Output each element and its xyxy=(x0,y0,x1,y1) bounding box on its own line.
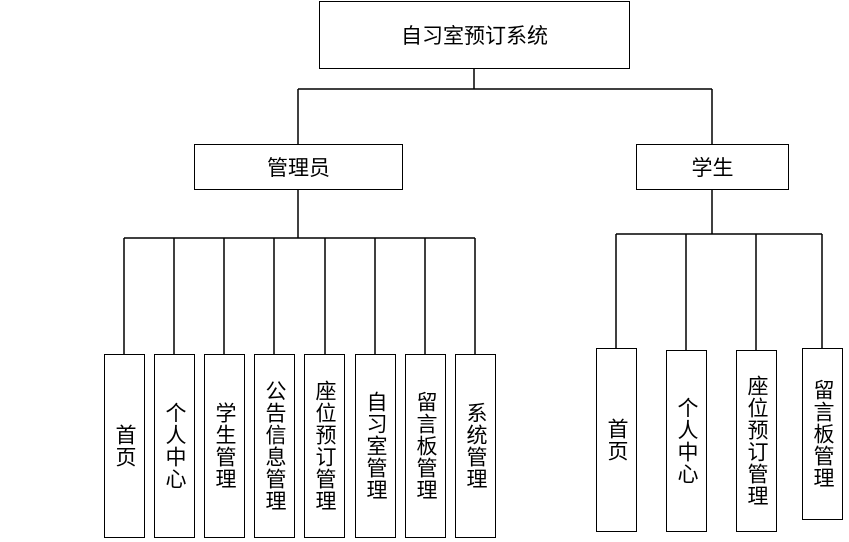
role-node-admin: 管理员 xyxy=(194,144,403,190)
module-node-label: 自习室管理 xyxy=(363,391,388,501)
module-node-admin-students: 学生管理 xyxy=(204,354,245,538)
module-node-label: 首页 xyxy=(604,418,629,462)
role-node-label: 学生 xyxy=(691,156,734,180)
module-node-admin-system: 系统管理 xyxy=(455,354,496,538)
module-node-label: 学生管理 xyxy=(212,402,237,490)
module-node-admin-home: 首页 xyxy=(104,354,145,538)
module-node-label: 座位预订管理 xyxy=(312,380,337,512)
module-node-student-message-board: 留言板管理 xyxy=(802,348,843,520)
module-node-admin-message-board: 留言板管理 xyxy=(405,354,446,538)
root-node-label: 自习室预订系统 xyxy=(401,24,548,48)
module-node-label: 留言板管理 xyxy=(810,379,835,489)
module-node-label: 系统管理 xyxy=(463,402,488,490)
module-node-admin-notices: 公告信息管理 xyxy=(254,354,295,538)
module-node-label: 座位预订管理 xyxy=(744,375,769,507)
module-node-admin-study-rooms: 自习室管理 xyxy=(355,354,396,538)
module-node-student-profile: 个人中心 xyxy=(666,350,707,532)
module-node-student-home: 首页 xyxy=(596,348,637,532)
module-node-admin-profile: 个人中心 xyxy=(154,354,195,538)
role-node-student: 学生 xyxy=(636,144,789,190)
role-node-label: 管理员 xyxy=(267,156,330,180)
root-node: 自习室预订系统 xyxy=(319,1,630,69)
module-node-label: 首页 xyxy=(112,424,137,468)
system-structure-diagram: 自习室预订系统 管理员 学生 首页 个人中心 学生管理 公告信息管理 座位预订管… xyxy=(0,0,849,542)
module-node-student-seat-booking: 座位预订管理 xyxy=(736,350,777,532)
module-node-label: 公告信息管理 xyxy=(262,380,287,512)
module-node-admin-seat-booking: 座位预订管理 xyxy=(304,354,345,538)
module-node-label: 留言板管理 xyxy=(413,391,438,501)
module-node-label: 个人中心 xyxy=(674,397,699,485)
module-node-label: 个人中心 xyxy=(162,402,187,490)
